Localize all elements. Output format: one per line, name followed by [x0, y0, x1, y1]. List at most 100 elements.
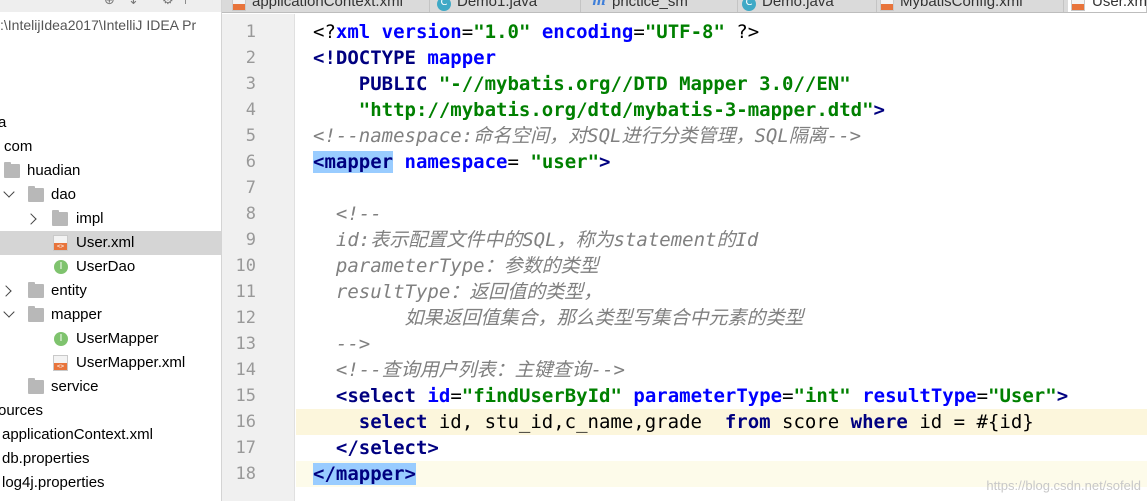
tree-item-service[interactable]: service [0, 375, 221, 399]
token: "findUserById" [461, 385, 622, 407]
code-line-14[interactable]: <!--查询用户列表：主键查询--> [313, 357, 625, 383]
tree-item-label: dao [51, 186, 77, 203]
token: parameterType：参数的类型 [313, 255, 599, 277]
tree-item-userdao[interactable]: I UserDao [0, 255, 221, 279]
code-line-18[interactable]: </mapper> [313, 461, 416, 487]
add-icon[interactable]: ⊕ [104, 0, 115, 8]
token: resultType：返回值的类型， [313, 281, 603, 303]
chevron-down-icon[interactable] [3, 186, 15, 198]
hide-icon[interactable]: ⊢ [184, 0, 195, 8]
tree-item-a[interactable]: a [0, 111, 221, 135]
code-line-16[interactable]: select id, stu_id,c_name,grade from scor… [313, 409, 1034, 435]
line-number: 10 [235, 256, 256, 276]
code-line-10[interactable]: parameterType：参数的类型 [313, 253, 599, 279]
tree-item-usermapper[interactable]: I UserMapper [0, 327, 221, 351]
tab-application-context[interactable]: applicationContext.xml [230, 0, 430, 12]
token: "UTF-8" [644, 21, 725, 43]
tree-item-label: UserMapper.xml [76, 354, 186, 371]
code-line-4[interactable]: "http://mybatis.org/dtd/mybatis-3-mapper… [313, 97, 885, 123]
tab-demo1-java[interactable]: Demo1.java [431, 0, 581, 12]
folder-icon [28, 282, 44, 298]
code-line-3[interactable]: PUBLIC "-//mybatis.org//DTD Mapper 3.0//… [313, 71, 851, 97]
code-line-9[interactable]: id:表示配置文件中的SQL，称为statement的Id [313, 227, 758, 253]
line-number: 13 [235, 334, 256, 354]
tree-item-user-xml[interactable]: User.xml [0, 231, 221, 255]
token: > [1056, 385, 1069, 407]
line-number: 2 [245, 48, 256, 68]
token: id [427, 385, 451, 407]
token: encoding [541, 21, 634, 43]
tree-item-entity[interactable]: entity [0, 279, 221, 303]
token: = [507, 151, 519, 173]
code-line-5[interactable]: <!--namespace:命名空间，对SQL进行分类管理，SQL隔离--> [313, 123, 861, 149]
tab-label: Demo.java [762, 0, 834, 10]
tab-demo-java[interactable]: Demo.java [739, 0, 877, 12]
module-icon: m [592, 0, 606, 9]
token: <? [313, 21, 336, 43]
token: <select [335, 385, 416, 407]
line-number: 5 [245, 126, 256, 146]
token: id, stu_id,c_name,grade [427, 411, 725, 433]
code-line-11[interactable]: resultType：返回值的类型， [313, 279, 602, 305]
token: version [381, 21, 462, 43]
tab-user-xml[interactable]: User.xm [1068, 0, 1147, 12]
code-line-8[interactable]: <!-- [313, 201, 382, 227]
code-line-13[interactable]: --> [313, 331, 370, 357]
code-editor[interactable]: <?xml version="1.0" encoding="UTF-8" ?> … [296, 14, 1147, 501]
tab-prictice-sm[interactable]: m prictice_sm [582, 0, 738, 12]
tab-label: applicationContext.xml [252, 0, 403, 10]
tree-item-application-context[interactable]: applicationContext.xml [0, 423, 221, 447]
interface-icon: I [54, 332, 68, 346]
tree-item-usermapper-xml[interactable]: UserMapper.xml [0, 351, 221, 375]
tree-item-dao[interactable]: dao [0, 183, 221, 207]
tree-item-label: log4j.properties [2, 474, 105, 491]
tree-item-mapper[interactable]: mapper [0, 303, 221, 327]
token: > [404, 463, 416, 485]
line-number: 7 [245, 178, 256, 198]
xml-file-icon [880, 0, 894, 11]
chevron-down-icon[interactable] [3, 306, 15, 318]
tree-item-label: mapper [51, 306, 102, 323]
tree-item-db-properties[interactable]: db.properties [0, 447, 221, 471]
token: 如果返回值集合，那么类型写集合中元素的类型 [313, 307, 804, 329]
tree-item-huadian[interactable]: huadian [0, 159, 221, 183]
project-tree-panel: ⊕ ⇟ ⚙ ⊢ :\IntelijIdea2017\IntelliJ IDEA … [0, 0, 222, 501]
tree-item-impl[interactable]: impl [0, 207, 221, 231]
folder-icon [28, 306, 44, 322]
tree-item-log4j-properties[interactable]: log4j.properties [0, 471, 221, 495]
line-number: 18 [235, 464, 256, 484]
line-number: 14 [235, 360, 256, 380]
tree-item-label: ources [0, 402, 44, 419]
watermark: https://blog.csdn.net/sofeld [986, 478, 1141, 493]
chevron-right-icon[interactable] [25, 213, 37, 225]
code-line-15[interactable]: <select id="findUserById" parameterType=… [313, 383, 1068, 409]
collapse-icon[interactable]: ⇟ [128, 0, 139, 8]
tab-label: Demo1.java [457, 0, 538, 10]
code-line-2[interactable]: <!DOCTYPE mapper [313, 45, 496, 71]
chevron-right-icon[interactable] [0, 285, 12, 297]
tree-item-resources[interactable]: ources [0, 399, 221, 423]
token: mapper [427, 47, 497, 69]
xml-file-icon [53, 355, 68, 371]
code-line-12[interactable]: 如果返回值集合，那么类型写集合中元素的类型 [313, 305, 804, 331]
folder-icon [28, 378, 44, 394]
code-line-17[interactable]: </select> [313, 435, 439, 461]
tree-item-com[interactable]: com [0, 135, 221, 159]
gear-icon[interactable]: ⚙ [162, 0, 174, 8]
code-line-6[interactable]: <mapper namespace= "user"> [313, 149, 610, 175]
token: = [450, 385, 462, 407]
line-number: 4 [245, 100, 256, 120]
tab-mybatis-config[interactable]: MybatisConfig.xml [878, 0, 1064, 12]
code-line-1[interactable]: <?xml version="1.0" encoding="UTF-8" ?> [313, 19, 759, 45]
tree-item-label: entity [51, 282, 87, 299]
tree-item-label: applicationContext.xml [2, 426, 153, 443]
tree-item-label: User.xml [76, 234, 135, 251]
xml-file-icon [1071, 0, 1085, 11]
